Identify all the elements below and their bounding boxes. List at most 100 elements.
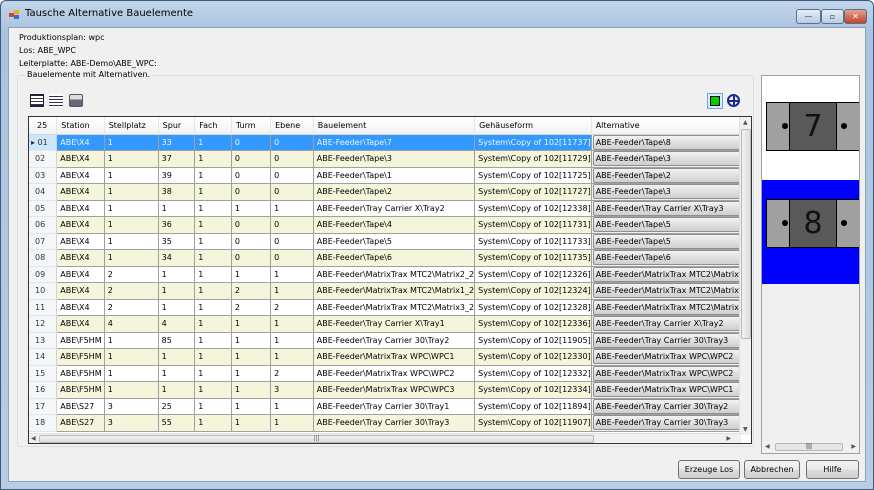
cell-station[interactable]: ABE\F5HM bbox=[56, 348, 105, 366]
cell-spur[interactable]: 1 bbox=[158, 365, 196, 382]
horizontal-scrollbar[interactable]: ◀ ||| ▶ bbox=[29, 433, 741, 443]
cell-bauelement[interactable]: ABE-Feeder\Tape\5 bbox=[313, 233, 476, 250]
vertical-scroll-thumb[interactable] bbox=[741, 129, 751, 339]
cell-alternative[interactable]: ABE-Feeder\MatrixTrax WPC\WPC1 bbox=[591, 381, 751, 399]
alternative-component[interactable]: 8 bbox=[766, 199, 859, 248]
row-header[interactable]: 02 bbox=[29, 150, 58, 168]
cell-ebene[interactable]: 0 bbox=[270, 134, 314, 151]
cell-spur[interactable]: 34 bbox=[158, 249, 196, 267]
cell-fach[interactable]: 1 bbox=[194, 167, 232, 184]
cell-fach[interactable]: 1 bbox=[194, 315, 232, 333]
cell-gehuseform[interactable]: System\Copy of 102[11907] bbox=[474, 414, 592, 432]
cell-turm[interactable]: 1 bbox=[231, 365, 272, 382]
cell-alternative[interactable]: ABE-Feeder\MatrixTrax MTC2\Matrix2_ bbox=[591, 282, 751, 300]
cell-bauelement[interactable]: ABE-Feeder\MatrixTrax MTC2\Matrix2_2 bbox=[313, 266, 476, 283]
cell-ebene[interactable]: 0 bbox=[270, 216, 314, 234]
cell-spur[interactable]: 1 bbox=[158, 200, 196, 217]
cell-ebene[interactable]: 0 bbox=[270, 167, 314, 184]
alternative-button[interactable]: ABE-Feeder\Tray Carrier X\Tray3 bbox=[592, 200, 749, 216]
cell-ebene[interactable]: 0 bbox=[270, 183, 314, 201]
row-header[interactable]: 05 bbox=[29, 200, 58, 217]
expand-all-icon[interactable] bbox=[30, 94, 44, 107]
cell-spur[interactable]: 25 bbox=[158, 398, 196, 415]
cell-stellplatz[interactable]: 1 bbox=[104, 332, 159, 349]
cell-turm[interactable]: 0 bbox=[231, 150, 272, 168]
column-header-gehuseform[interactable]: Gehäuseform bbox=[474, 117, 592, 135]
alternative-button[interactable]: ABE-Feeder\Tray Carrier 30\Tray2 bbox=[592, 398, 749, 414]
cell-fach[interactable]: 1 bbox=[194, 365, 232, 382]
minimize-button[interactable]: — bbox=[796, 9, 821, 24]
cell-turm[interactable]: 0 bbox=[231, 249, 272, 267]
row-header[interactable]: 14 bbox=[29, 348, 58, 366]
cell-gehuseform[interactable]: System\Copy of 102[11905] bbox=[474, 332, 592, 349]
cell-spur[interactable]: 35 bbox=[158, 233, 196, 250]
table-row[interactable]: 07 ABE\X4 1 35 1 0 0 ABE-Feeder\Tape\5 System\Co… bbox=[29, 233, 751, 250]
alternative-button[interactable]: ABE-Feeder\MatrixTrax MTC2\Matrix1_ bbox=[592, 299, 749, 315]
cell-station[interactable]: ABE\F5HM bbox=[56, 332, 105, 349]
cell-ebene[interactable]: 0 bbox=[270, 233, 314, 250]
cell-station[interactable]: ABE\X4 bbox=[56, 216, 105, 234]
cell-gehuseform[interactable]: System\Copy of 102[12332] bbox=[474, 365, 592, 382]
close-button[interactable]: ✕ bbox=[844, 9, 867, 24]
cell-spur[interactable]: 33 bbox=[158, 134, 196, 151]
alternative-button[interactable]: ABE-Feeder\MatrixTrax MTC2\Matrix3_ bbox=[592, 266, 749, 282]
column-header-turm[interactable]: Turm bbox=[231, 117, 272, 135]
cell-turm[interactable]: 2 bbox=[231, 282, 272, 300]
print-icon[interactable] bbox=[69, 94, 83, 107]
vertical-scrollbar[interactable]: ▲ ▼ bbox=[739, 117, 751, 435]
row-header[interactable]: 12 bbox=[29, 315, 58, 333]
cell-alternative[interactable]: ABE-Feeder\Tape\8 bbox=[591, 134, 751, 151]
cell-turm[interactable]: 1 bbox=[231, 398, 272, 415]
alternative-button[interactable]: ABE-Feeder\Tape\3 bbox=[592, 184, 749, 200]
cell-fach[interactable]: 1 bbox=[194, 134, 232, 151]
cell-bauelement[interactable]: ABE-Feeder\Tape\3 bbox=[313, 150, 476, 168]
cell-ebene[interactable]: 1 bbox=[270, 200, 314, 217]
erzeuge-los-button[interactable]: Erzeuge Los bbox=[678, 460, 740, 479]
column-header-ebene[interactable]: Ebene bbox=[270, 117, 314, 135]
cell-alternative[interactable]: ABE-Feeder\MatrixTrax WPC\WPC2 bbox=[591, 348, 751, 366]
cell-gehuseform[interactable]: System\Copy of 102[12330] bbox=[474, 348, 592, 366]
cell-turm[interactable]: 1 bbox=[231, 332, 272, 349]
cell-alternative[interactable]: ABE-Feeder\Tape\3 bbox=[591, 183, 751, 201]
cell-gehuseform[interactable]: System\Copy of 102[11727] bbox=[474, 183, 592, 201]
column-header-bauelement[interactable]: Bauelement bbox=[313, 117, 476, 135]
column-header-station[interactable]: Station bbox=[56, 117, 105, 135]
alternative-button[interactable]: ABE-Feeder\Tape\8 bbox=[592, 134, 749, 150]
cell-turm[interactable]: 0 bbox=[231, 183, 272, 201]
cell-spur[interactable]: 55 bbox=[158, 414, 196, 432]
cell-turm[interactable]: 0 bbox=[231, 167, 272, 184]
cell-bauelement[interactable]: ABE-Feeder\MatrixTrax MTC2\Matrix3_2 bbox=[313, 299, 476, 316]
row-header[interactable]: 13 bbox=[29, 332, 58, 349]
cell-fach[interactable]: 1 bbox=[194, 233, 232, 250]
cell-bauelement[interactable]: ABE-Feeder\MatrixTrax WPC\WPC1 bbox=[313, 348, 476, 366]
cell-gehuseform[interactable]: System\Copy of 102[12326] bbox=[474, 266, 592, 283]
alternative-button[interactable]: ABE-Feeder\Tray Carrier X\Tray2 bbox=[592, 316, 749, 332]
alternative-button[interactable]: ABE-Feeder\Tape\3 bbox=[592, 151, 749, 167]
cell-turm[interactable]: 1 bbox=[231, 266, 272, 283]
abbrechen-button[interactable]: Abbrechen bbox=[744, 460, 800, 479]
cell-gehuseform[interactable]: System\Copy of 102[11733] bbox=[474, 233, 592, 250]
cell-fach[interactable]: 1 bbox=[194, 299, 232, 316]
cell-gehuseform[interactable]: System\Copy of 102[11735] bbox=[474, 249, 592, 267]
cell-turm[interactable]: 1 bbox=[231, 414, 272, 432]
cell-alternative[interactable]: ABE-Feeder\Tray Carrier 30\Tray3 bbox=[591, 414, 751, 432]
row-header[interactable]: ▸ 01 bbox=[29, 134, 58, 151]
cell-fach[interactable]: 1 bbox=[194, 348, 232, 366]
cell-station[interactable]: ABE\X4 bbox=[56, 233, 105, 250]
cell-station[interactable]: ABE\S27 bbox=[56, 414, 105, 432]
cell-stellplatz[interactable]: 1 bbox=[104, 365, 159, 382]
table-row[interactable]: 18 ABE\S27 3 55 1 1 1 ABE-Feeder\Tray Carrier 3… bbox=[29, 414, 751, 432]
cell-stellplatz[interactable]: 1 bbox=[104, 233, 159, 250]
cell-ebene[interactable]: 2 bbox=[270, 299, 314, 316]
cell-bauelement[interactable]: ABE-Feeder\Tray Carrier 30\Tray3 bbox=[313, 414, 476, 432]
cell-stellplatz[interactable]: 1 bbox=[104, 134, 159, 151]
cell-stellplatz[interactable]: 1 bbox=[104, 167, 159, 184]
maximize-button[interactable]: ▫ bbox=[821, 9, 844, 24]
cell-station[interactable]: ABE\X4 bbox=[56, 167, 105, 184]
cell-ebene[interactable]: 1 bbox=[270, 282, 314, 300]
cell-turm[interactable]: 1 bbox=[231, 348, 272, 366]
cell-stellplatz[interactable]: 1 bbox=[104, 216, 159, 234]
row-header[interactable]: 08 bbox=[29, 249, 58, 267]
row-header[interactable]: 15 bbox=[29, 365, 58, 382]
cell-spur[interactable]: 1 bbox=[158, 282, 196, 300]
